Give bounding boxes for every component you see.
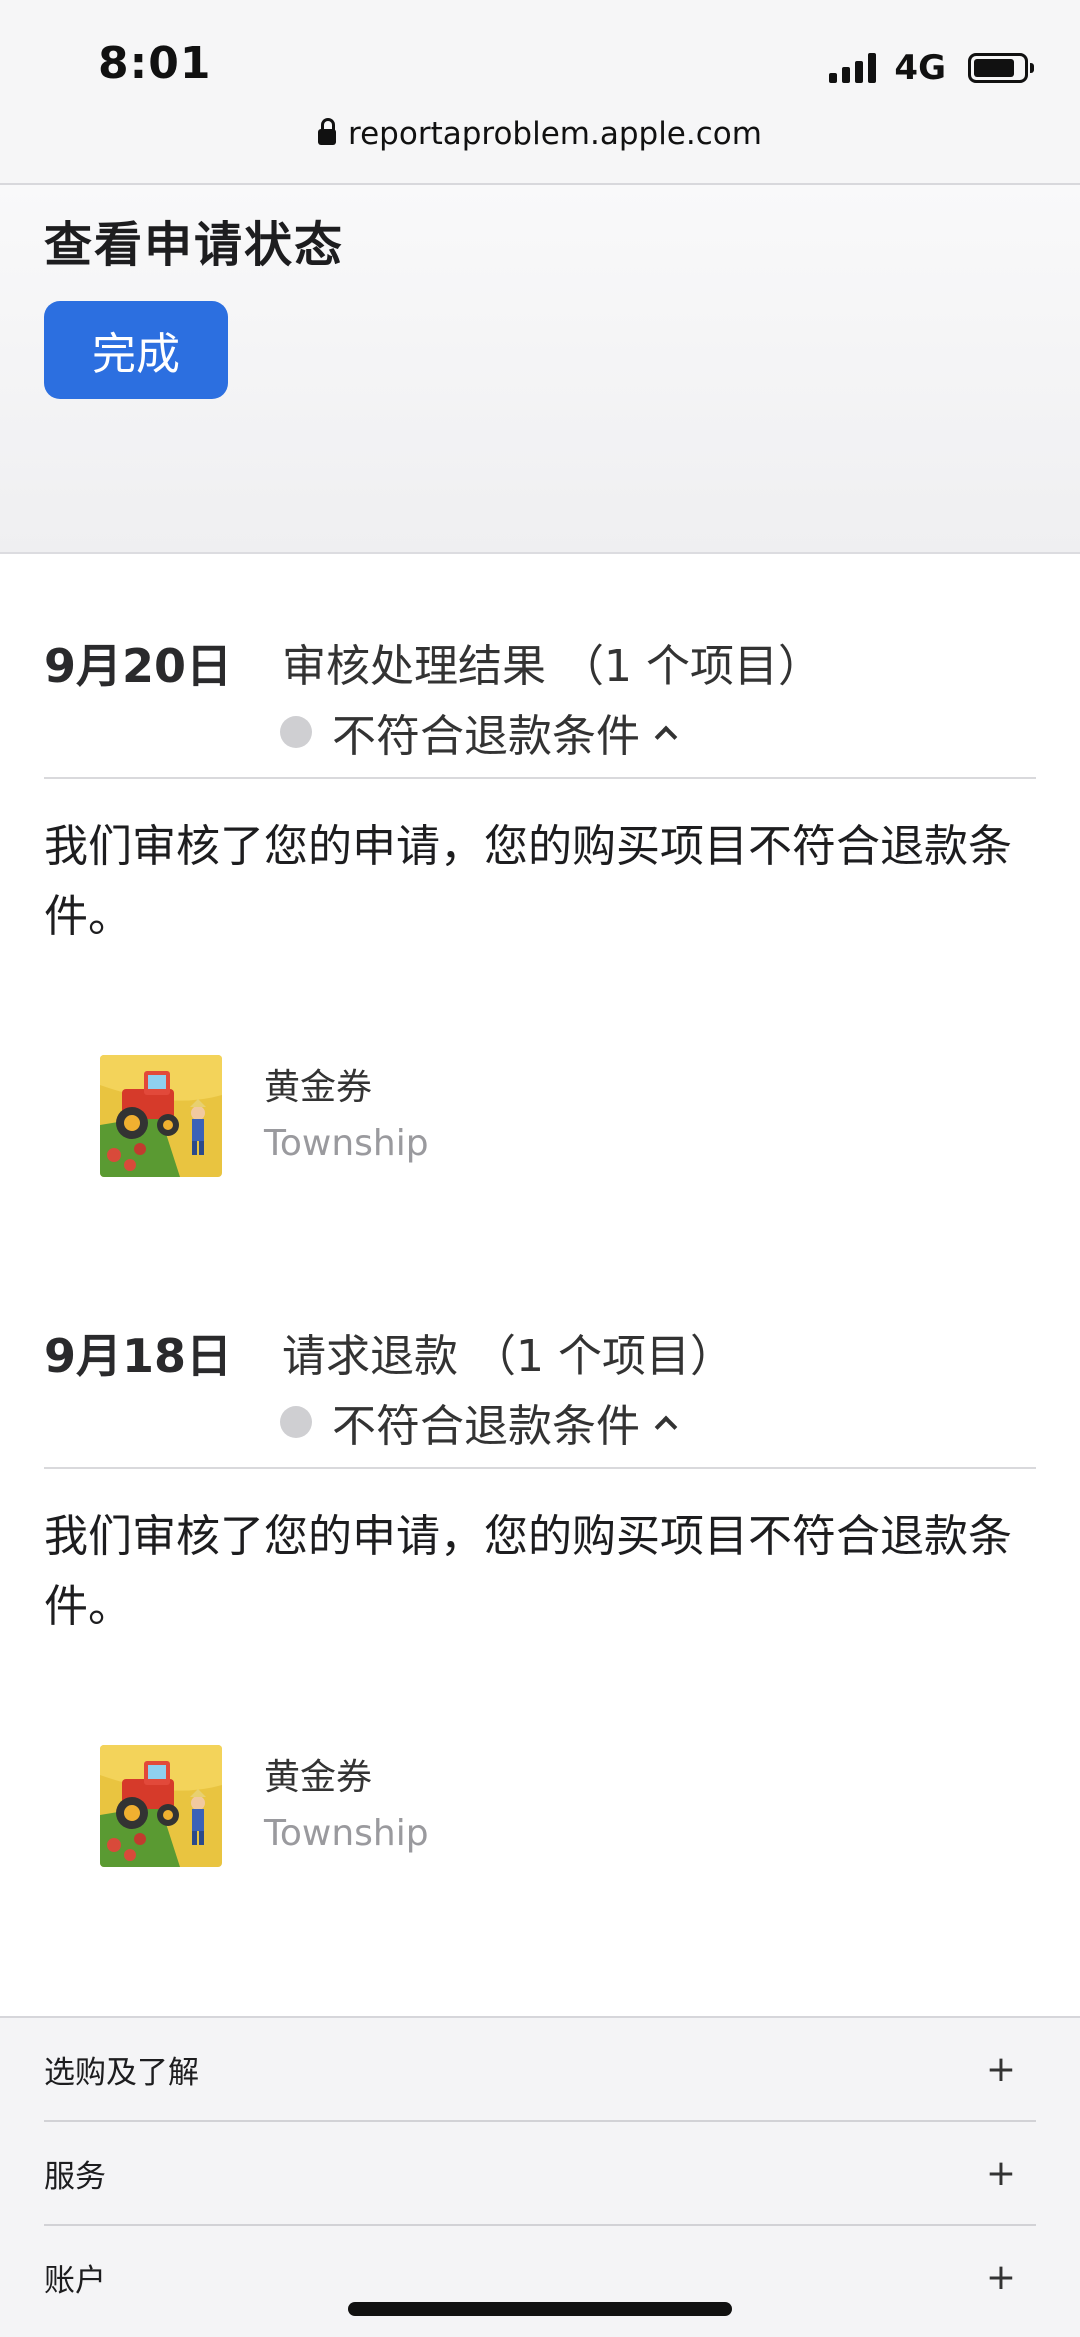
cellular-signal-icon: [829, 53, 877, 83]
chevron-up-icon: [654, 1415, 678, 1439]
item-app-name: Township: [264, 1123, 429, 1164]
plus-icon: +: [985, 2256, 1016, 2298]
battery-icon: [968, 53, 1034, 83]
chevron-up-icon: [654, 725, 678, 749]
request-status-text: 不符合退款条件: [332, 711, 640, 762]
url-text: reportaproblem.apple.com: [348, 116, 762, 152]
status-time: 8:01: [98, 38, 212, 89]
request-date: 9月18日: [44, 1329, 233, 1383]
plus-icon: +: [985, 2152, 1016, 2194]
lock-icon: [318, 118, 337, 145]
township-app-icon: [100, 1055, 222, 1177]
plus-icon: +: [985, 2048, 1016, 2090]
site-footer: 选购及了解 + 服务 + 账户 +: [0, 2016, 1080, 2337]
page-header: 查看申请状态 完成: [0, 185, 1080, 554]
footer-item-services[interactable]: 服务 +: [44, 2122, 1036, 2226]
footer-item-label: 选购及了解: [44, 2054, 199, 2091]
browser-top-bar: 8:01 4G reportaproblem.apple.com: [0, 0, 1080, 185]
request-status-text: 不符合退款条件: [332, 1401, 640, 1452]
request-title: 审核处理结果 （1 个项目）: [282, 641, 822, 692]
item-name: 黄金券: [264, 1067, 373, 1108]
status-indicators: 4G: [829, 48, 1034, 88]
purchase-item: 黄金券 Township: [100, 1745, 429, 1867]
page-title: 查看申请状态: [44, 217, 345, 273]
divider: [44, 777, 1036, 779]
network-type: 4G: [894, 48, 946, 88]
request-message: 我们审核了您的申请，您的购买项目不符合退款条件。: [44, 1511, 1012, 1632]
app-root: 8:01 4G reportaproblem.apple.com 查看申请状态 …: [0, 0, 1080, 2337]
request-message: 我们审核了您的申请，您的购买项目不符合退款条件。: [44, 821, 1012, 942]
footer-item-label: 服务: [44, 2158, 106, 2195]
purchase-item: 黄金券 Township: [100, 1055, 429, 1177]
request-title: 请求退款 （1 个项目）: [282, 1331, 734, 1382]
status-dot-icon: [280, 716, 312, 748]
item-name: 黄金券: [264, 1757, 373, 1798]
footer-item-shop[interactable]: 选购及了解 +: [44, 2018, 1036, 2122]
request-status-toggle[interactable]: 不符合退款条件: [280, 1390, 678, 1454]
done-button[interactable]: 完成: [44, 301, 228, 399]
status-dot-icon: [280, 1406, 312, 1438]
request-status-toggle[interactable]: 不符合退款条件: [280, 700, 678, 764]
home-indicator[interactable]: [348, 2302, 732, 2316]
footer-item-label: 账户: [44, 2262, 106, 2299]
url-bar[interactable]: reportaproblem.apple.com: [0, 116, 1080, 152]
township-app-icon: [100, 1745, 222, 1867]
item-app-name: Township: [264, 1813, 429, 1854]
request-date: 9月20日: [44, 639, 233, 693]
divider: [44, 1467, 1036, 1469]
